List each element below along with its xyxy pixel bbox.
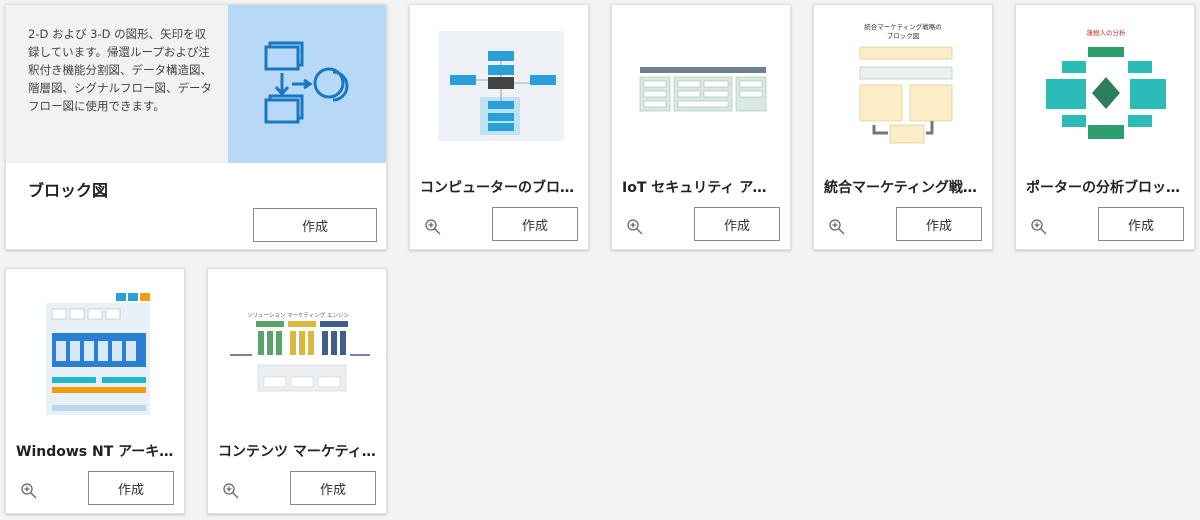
zoom-in-icon[interactable] — [626, 218, 644, 236]
template-thumbnail: ソリューション マーケティング エンジン — [208, 269, 386, 429]
computer-diagram-preview — [438, 31, 564, 141]
template-card-computer[interactable]: コンピューターのブロック図 作成 — [409, 4, 589, 250]
create-button[interactable]: 作成 — [1098, 207, 1184, 241]
template-card-iot[interactable]: IoT セキュリティ アーキテクチャ 作成 — [611, 4, 791, 250]
create-button[interactable]: 作成 — [492, 207, 578, 241]
template-card-content-marketing[interactable]: ソリューション マーケティング エンジン コンテンツ マーケティング エンジン … — [207, 268, 387, 514]
zoom-in-icon[interactable] — [828, 218, 846, 236]
create-button[interactable]: 作成 — [694, 207, 780, 241]
template-thumbnail: 統合マーケティング戦略の ブロック図 — [814, 5, 992, 165]
create-button[interactable]: 作成 — [88, 471, 174, 505]
svg-text:ソリューション マーケティング エンジン: ソリューション マーケティング エンジン — [247, 311, 349, 319]
template-thumbnail: 蓮根人の分析 — [1016, 5, 1194, 165]
featured-title: ブロック図 — [28, 181, 109, 200]
template-title: コンピューターのブロック図 — [420, 180, 578, 196]
zoom-in-icon[interactable] — [424, 218, 442, 236]
featured-description: 2-D および 3-D の図形、矢印を収録しています。帰還ループおよび注釈付き機… — [6, 5, 228, 163]
featured-template-card[interactable]: 2-D および 3-D の図形、矢印を収録しています。帰還ループおよび注釈付き機… — [5, 4, 387, 250]
create-button[interactable]: 作成 — [896, 207, 982, 241]
zoom-in-icon[interactable] — [20, 482, 38, 500]
template-gallery: 2-D および 3-D の図形、矢印を収録しています。帰還ループおよび注釈付き機… — [0, 0, 1200, 520]
template-title: ポーターの分析ブロック図 — [1026, 180, 1184, 196]
template-title: 統合マーケティング戦略のブロック図 — [824, 180, 982, 196]
template-card-windows-nt[interactable]: Windows NT アーキテクチャ 作成 — [5, 268, 185, 514]
marketing-diagram-preview: 統合マーケティング戦略の ブロック図 — [859, 22, 953, 144]
iot-diagram-preview — [639, 67, 767, 112]
template-thumbnail — [612, 5, 790, 165]
template-thumbnail — [6, 269, 184, 429]
template-title: コンテンツ マーケティング エンジン — [218, 444, 376, 460]
content-marketing-diagram-preview: ソリューション マーケティング エンジン — [230, 311, 370, 392]
porter-diagram-preview: 蓮根人の分析 — [1046, 28, 1166, 139]
svg-text:統合マーケティング戦略の: 統合マーケティング戦略の — [864, 22, 941, 31]
zoom-in-icon[interactable] — [1030, 218, 1048, 236]
svg-text:蓮根人の分析: 蓮根人の分析 — [1087, 28, 1127, 37]
featured-create-button[interactable]: 作成 — [253, 208, 377, 242]
template-thumbnail — [410, 5, 588, 165]
windows-nt-diagram-preview — [46, 293, 150, 415]
block-diagram-icon — [264, 41, 349, 124]
zoom-in-icon[interactable] — [222, 482, 240, 500]
template-title: Windows NT アーキテクチャ — [16, 444, 174, 460]
featured-thumbnail — [228, 5, 386, 163]
template-card-porter[interactable]: 蓮根人の分析 ポーターの分析ブロック図 作成 — [1015, 4, 1195, 250]
template-card-marketing[interactable]: 統合マーケティング戦略の ブロック図 統合マーケティング戦略のブロック図 作成 — [813, 4, 993, 250]
svg-text:ブロック図: ブロック図 — [887, 31, 920, 40]
create-button[interactable]: 作成 — [290, 471, 376, 505]
template-title: IoT セキュリティ アーキテクチャ — [622, 180, 780, 196]
